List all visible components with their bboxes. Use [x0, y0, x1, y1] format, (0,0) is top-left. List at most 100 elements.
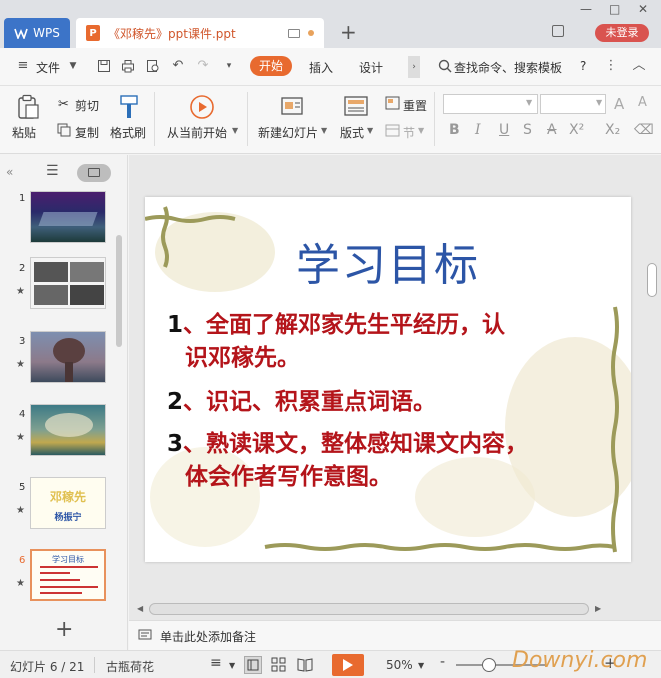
editor-horizontal-scrollbar[interactable]	[149, 603, 589, 615]
tab-start[interactable]: 开始	[250, 56, 292, 76]
font-name-select[interactable]	[443, 94, 538, 114]
slides-panel-scrollbar[interactable]	[116, 235, 122, 347]
strikethrough-icon[interactable]: A	[547, 122, 557, 138]
play-from-current-icon[interactable]	[189, 94, 215, 120]
slide-bullet-2[interactable]: 2、识记、积累重点词语。	[167, 385, 436, 419]
help-icon[interactable]: ?	[580, 59, 586, 73]
section-button[interactable]: 节	[403, 124, 415, 141]
section-icon[interactable]	[385, 124, 400, 137]
slide-thumbnail[interactable]	[30, 191, 106, 243]
shadow-icon[interactable]: S	[523, 122, 532, 138]
slide-thumbnail[interactable]	[30, 331, 106, 383]
new-tab-button[interactable]: +	[340, 20, 357, 44]
tab-design[interactable]: 设计	[359, 59, 383, 76]
file-menu[interactable]: 文件	[36, 59, 60, 76]
command-search[interactable]: 查找命令、搜索模板	[454, 59, 562, 76]
scroll-left-icon[interactable]: ◀	[137, 604, 143, 613]
copy-icon[interactable]	[57, 123, 71, 137]
italic-icon[interactable]: I	[475, 122, 481, 138]
more-options-icon[interactable]: ⋮	[604, 59, 618, 73]
chevron-down-icon[interactable]: ▼	[418, 126, 424, 135]
scissors-icon[interactable]: ✂	[58, 97, 69, 112]
hamburger-icon[interactable]: ≡	[16, 59, 30, 73]
slide-bullet-1[interactable]: 1、全面了解邓家先生平经历，认	[167, 308, 505, 342]
zoom-slider-handle[interactable]	[482, 658, 496, 672]
chevron-down-icon[interactable]: ▼	[321, 126, 327, 135]
new-slide-button[interactable]: 新建幻灯片	[258, 124, 318, 141]
search-icon[interactable]	[438, 59, 452, 73]
cut-button[interactable]: 剪切	[75, 97, 99, 114]
bold-icon[interactable]: B	[449, 122, 460, 138]
copy-button[interactable]: 复制	[75, 124, 99, 141]
print-preview-icon[interactable]	[146, 59, 160, 73]
collapse-panel-icon[interactable]: «	[6, 165, 13, 179]
window-mode-icon[interactable]	[552, 25, 564, 37]
slide-thumbnail[interactable]	[30, 404, 106, 456]
quick-access-dropdown-icon[interactable]: ▾	[222, 59, 236, 73]
slide-title[interactable]: 学习目标	[145, 229, 631, 293]
thumbnail-text-line	[40, 586, 98, 588]
format-painter-icon[interactable]	[118, 94, 140, 120]
thumbnail-number: 1	[19, 193, 26, 204]
layout-icon[interactable]	[344, 96, 368, 116]
undo-icon[interactable]: ↶	[171, 59, 185, 73]
collapse-ribbon-icon[interactable]: ︿	[632, 59, 646, 73]
print-icon[interactable]	[121, 59, 135, 73]
reset-icon[interactable]	[385, 96, 400, 110]
login-button[interactable]: 未登录	[595, 24, 649, 42]
editor-vertical-scrollbar[interactable]	[647, 263, 657, 297]
add-slide-button[interactable]: +	[55, 619, 73, 641]
minimize-button[interactable]: —	[580, 2, 592, 16]
slide-bullet-3-continued[interactable]: 体会作者写作意图。	[185, 460, 392, 494]
maximize-button[interactable]: □	[609, 2, 620, 16]
slide-bullet-3[interactable]: 3、熟读课文，整体感知课文内容，	[167, 427, 528, 461]
layout-button[interactable]: 版式	[340, 124, 364, 141]
animation-star-icon: ★	[16, 286, 25, 297]
slide-sorter-icon[interactable]	[271, 657, 286, 672]
paste-icon[interactable]	[16, 94, 40, 120]
slide-thumbnail[interactable]	[30, 257, 106, 309]
chevron-down-icon[interactable]: ▼	[526, 98, 532, 107]
wps-home-tab[interactable]: WPS	[4, 18, 70, 48]
close-button[interactable]: ✕	[638, 2, 648, 16]
slide-bullet-1-continued[interactable]: 识邓稼先。	[185, 341, 300, 375]
theme-name[interactable]: 古瓶荷花	[106, 658, 154, 675]
chevron-down-icon[interactable]: ▼	[596, 98, 602, 107]
notes-toggle-icon[interactable]: ≡	[210, 655, 222, 671]
chevron-down-icon[interactable]: ▼	[367, 126, 373, 135]
chevron-down-icon[interactable]: ▼	[232, 126, 238, 135]
zoom-level[interactable]: 50%	[386, 658, 413, 672]
notes-placeholder[interactable]: 单击此处添加备注	[160, 628, 256, 645]
reading-view-icon[interactable]	[297, 657, 313, 672]
zoom-out-button[interactable]: -	[440, 654, 445, 670]
redo-icon[interactable]: ↷	[196, 59, 210, 73]
notes-pane[interactable]: 单击此处添加备注	[129, 620, 661, 650]
normal-view-icon[interactable]	[244, 656, 262, 674]
clear-format-icon[interactable]: ⌫	[634, 122, 654, 138]
chevron-down-icon[interactable]: ▼	[229, 661, 235, 670]
from-current-button[interactable]: 从当前开始	[167, 124, 227, 141]
new-slide-icon[interactable]	[280, 94, 304, 118]
increase-font-icon[interactable]: A	[614, 95, 624, 113]
slideshow-button[interactable]	[332, 654, 364, 676]
format-painter-button[interactable]: 格式刷	[110, 124, 146, 141]
monitor-icon[interactable]	[288, 28, 300, 38]
outline-view-icon[interactable]: ☰	[46, 163, 59, 179]
chevron-down-icon[interactable]: ▼	[66, 59, 80, 73]
slide-thumbnail-active[interactable]: 学习目标	[30, 549, 106, 601]
underline-icon[interactable]: U	[499, 122, 509, 138]
more-tabs-arrow-icon[interactable]: ›	[408, 56, 420, 78]
document-tab[interactable]: P 《邓稼先》ppt课件.ppt	[76, 18, 324, 48]
reset-button[interactable]: 重置	[403, 97, 427, 114]
subscript-icon[interactable]: X₂	[605, 122, 620, 138]
tab-insert[interactable]: 插入	[309, 59, 333, 76]
scroll-right-icon[interactable]: ▶	[595, 604, 601, 613]
superscript-icon[interactable]: X²	[569, 122, 584, 138]
chevron-down-icon[interactable]: ▼	[418, 661, 424, 670]
paste-button[interactable]: 粘贴	[12, 124, 36, 141]
current-slide[interactable]: 学习目标 1、全面了解邓家先生平经历，认 识邓稼先。 2、识记、积累重点词语。 …	[145, 197, 631, 562]
slide-thumbnail[interactable]: 邓稼先 杨振宁	[30, 477, 106, 529]
save-icon[interactable]	[97, 59, 111, 73]
thumbnail-view-toggle[interactable]	[77, 164, 111, 182]
decrease-font-icon[interactable]: A	[638, 95, 647, 110]
